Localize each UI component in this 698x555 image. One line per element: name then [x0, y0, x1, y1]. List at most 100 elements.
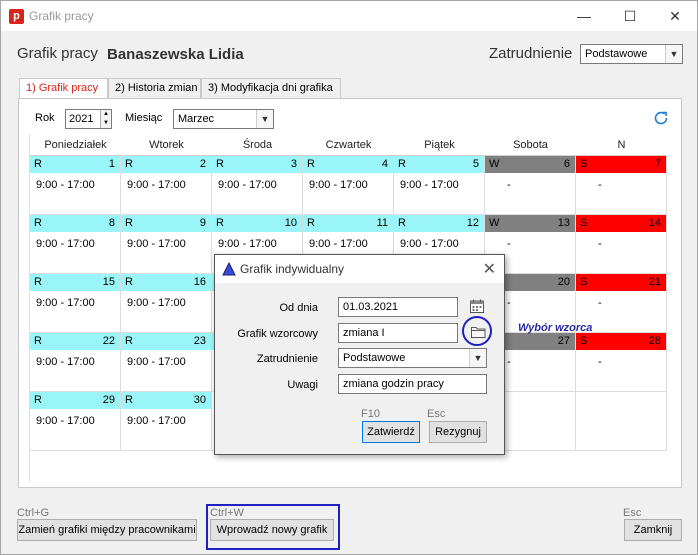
minimize-button[interactable]: —	[561, 1, 607, 31]
calendar-day-cell[interactable]: R 30 9:00 - 17:00	[121, 392, 212, 451]
day-type-bar: R1	[30, 156, 120, 173]
day-hours: -	[507, 179, 511, 191]
close-window-button[interactable]: ✕	[652, 1, 697, 31]
calendar-day-cell[interactable]: R 16 9:00 - 17:00	[121, 274, 212, 333]
calendar-day-cell[interactable]: R 3 9:00 - 17:00	[212, 156, 303, 215]
day-hours: 9:00 - 17:00	[36, 356, 95, 368]
day-header: Wtorek	[121, 134, 212, 156]
day-number: 7	[654, 158, 661, 170]
day-number: 22	[102, 335, 115, 347]
day-number: 3	[290, 158, 297, 170]
new-schedule-highlight	[206, 504, 340, 550]
zatrudnienie-dialog-value: Podstawowe	[343, 352, 406, 364]
day-type-bar: S7	[576, 156, 666, 173]
calendar-day-cell[interactable]: R 9 9:00 - 17:00	[121, 215, 212, 274]
tab-grafik-pracy[interactable]: 1) Grafik pracy	[19, 78, 108, 99]
day-hours: 9:00 - 17:00	[400, 238, 459, 250]
day-number: 12	[466, 217, 479, 229]
calendar-day-cell[interactable]: R 29 9:00 - 17:00	[30, 392, 121, 451]
day-number: 9	[199, 217, 206, 229]
tab-historia-zmian[interactable]: 2) Historia zmian	[108, 78, 201, 98]
window-title: Grafik pracy	[29, 9, 94, 23]
miesiac-select[interactable]: Marzec ▼	[173, 109, 274, 129]
day-number: 20	[557, 276, 570, 288]
dialog-close-icon[interactable]: ✕	[483, 259, 496, 279]
day-type: R	[216, 158, 224, 170]
calendar-day-cell[interactable]: R 1 9:00 - 17:00	[30, 156, 121, 215]
calendar-day-cell[interactable]	[576, 392, 667, 451]
zatrudnienie-dialog-select[interactable]: Podstawowe ▼	[338, 348, 487, 368]
uwagi-label: Uwagi	[287, 379, 318, 391]
day-number: 5	[472, 158, 479, 170]
day-number: 1	[108, 158, 115, 170]
rok-label: Rok	[35, 112, 55, 124]
day-number: 16	[193, 276, 206, 288]
day-type: R	[125, 158, 133, 170]
calendar-icon[interactable]	[469, 298, 485, 314]
chevron-down-icon: ▼	[256, 110, 273, 128]
uwagi-input[interactable]: zmiana godzin pracy	[338, 374, 487, 394]
day-type: R	[34, 217, 42, 229]
day-type: R	[307, 158, 315, 170]
chevron-down-icon: ▼	[469, 349, 486, 367]
zatrudnienie-label: Zatrudnienie	[489, 45, 573, 62]
day-type: W	[489, 158, 500, 170]
close-button[interactable]: Zamknij	[624, 519, 682, 541]
calendar-day-cell[interactable]: R 5 9:00 - 17:00	[394, 156, 485, 215]
od-dnia-input[interactable]: 01.03.2021	[338, 297, 458, 317]
day-type-bar: R 12	[394, 215, 484, 232]
refresh-icon[interactable]	[652, 109, 670, 127]
calendar-day-cell[interactable]: R 15 9:00 - 17:00	[30, 274, 121, 333]
day-number: 13	[557, 217, 570, 229]
day-number: 14	[648, 217, 661, 229]
day-type-bar: R8	[30, 215, 120, 232]
spinner-arrows-icon[interactable]: ▲ ▼	[100, 110, 111, 128]
day-type: R	[307, 217, 315, 229]
cancel-button[interactable]: Rezygnuj	[429, 421, 487, 443]
cancel-shortcut: Esc	[427, 408, 446, 420]
day-number: 2	[199, 158, 206, 170]
day-type-bar: S 14	[576, 215, 666, 232]
day-type: R	[34, 335, 42, 347]
day-hours: 9:00 - 17:00	[127, 238, 186, 250]
day-number: 10	[284, 217, 297, 229]
calendar-day-cell[interactable]: R 8 9:00 - 17:00	[30, 215, 121, 274]
calendar-day-cell[interactable]: W6 -	[485, 156, 576, 215]
day-type: S	[580, 276, 588, 288]
day-hours: 9:00 - 17:00	[127, 415, 186, 427]
day-type: R	[125, 335, 133, 347]
calendar-day-cell[interactable]: R 4 9:00 - 17:00	[303, 156, 394, 215]
day-hours: -	[598, 356, 602, 368]
grafik-wzorcowy-input[interactable]: zmiana I	[338, 323, 458, 343]
calendar-day-cell[interactable]: R 22 9:00 - 17:00	[30, 333, 121, 392]
calendar-day-cell[interactable]: S 14 -	[576, 215, 667, 274]
day-number: 4	[381, 158, 388, 170]
day-type-bar: R4	[303, 156, 393, 173]
day-type: R	[34, 276, 42, 288]
day-type-bar: R 16	[121, 274, 211, 291]
calendar-day-cell[interactable]: R 2 9:00 - 17:00	[121, 156, 212, 215]
swap-shortcut: Ctrl+G	[17, 507, 50, 519]
day-hours: -	[598, 179, 602, 191]
maximize-button[interactable]: ☐	[607, 1, 653, 31]
rok-spinner[interactable]: 2021 ▲ ▼	[65, 109, 112, 129]
confirm-button[interactable]: Zatwierdź	[362, 421, 420, 443]
day-type-bar: S 28	[576, 333, 666, 350]
day-hours: 9:00 - 17:00	[309, 179, 368, 191]
tab-modyfikacja-dni[interactable]: 3) Modyfikacja dni grafika	[201, 78, 341, 98]
dialog-title: Grafik indywidualny	[240, 262, 345, 276]
day-type: R	[398, 158, 406, 170]
main-window: p Grafik pracy — ☐ ✕ Grafik pracy Banasz…	[0, 0, 698, 555]
day-number: 23	[193, 335, 206, 347]
day-number: 30	[193, 394, 206, 406]
page-title: Grafik pracy	[17, 45, 98, 62]
calendar-day-cell[interactable]: S7 -	[576, 156, 667, 215]
day-header: N	[576, 134, 667, 156]
calendar-day-cell[interactable]: S 28 -	[576, 333, 667, 392]
zatrudnienie-select[interactable]: Podstawowe ▼	[580, 44, 683, 64]
individual-schedule-dialog: Grafik indywidualny ✕ Od dnia 01.03.2021…	[214, 254, 505, 455]
day-type-bar: W6	[485, 156, 575, 173]
swap-schedules-button[interactable]: Zamień grafiki między pracownikami	[17, 519, 197, 541]
day-hours: 9:00 - 17:00	[400, 179, 459, 191]
calendar-day-cell[interactable]: R 23 9:00 - 17:00	[121, 333, 212, 392]
